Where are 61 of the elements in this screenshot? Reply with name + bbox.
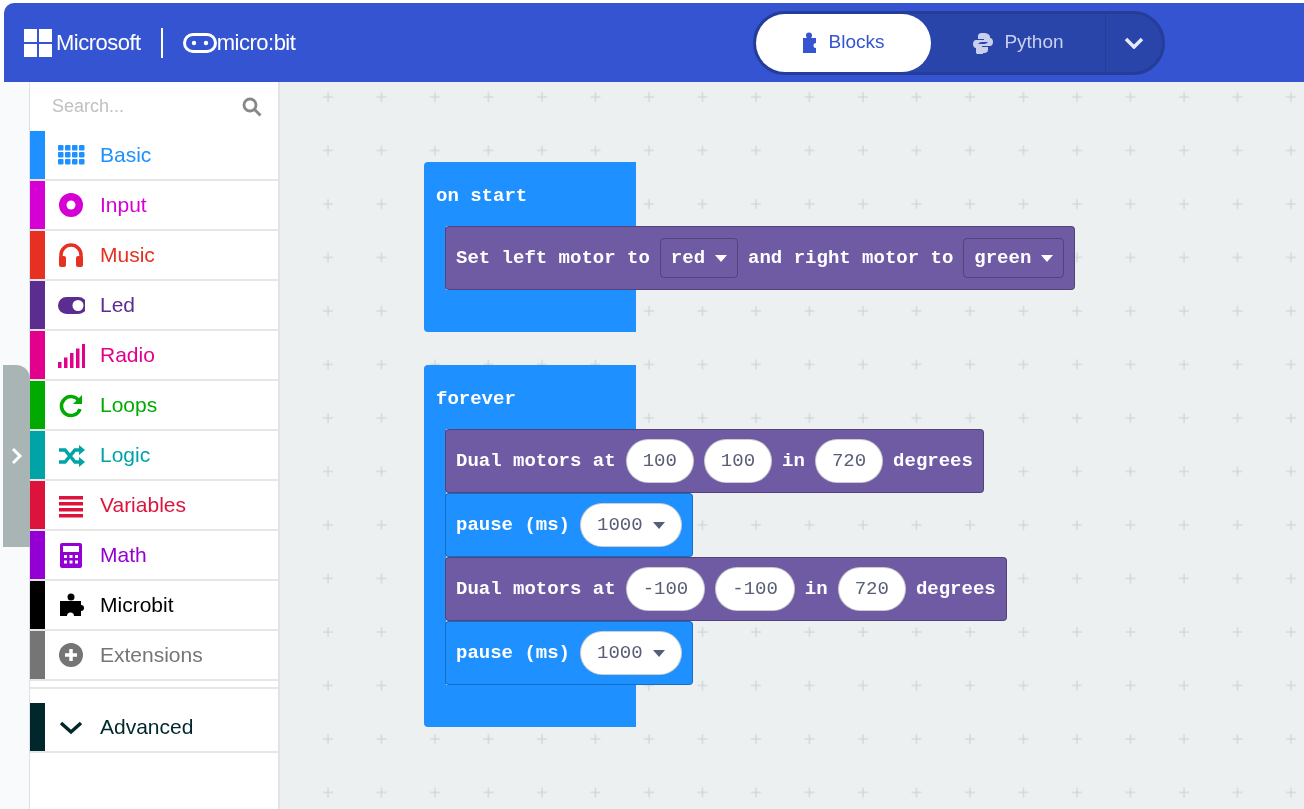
number-dropdown-field[interactable]: 1000 bbox=[580, 503, 682, 547]
statement-block[interactable]: Dual motors at 100 100 in 720 degrees bbox=[445, 429, 984, 493]
windows-logo-icon bbox=[24, 28, 52, 57]
block-text: Set left motor to bbox=[456, 245, 650, 271]
category-item[interactable]: Led bbox=[30, 281, 278, 331]
block-text: pause (ms) bbox=[456, 640, 571, 666]
block-text: pause (ms) bbox=[456, 512, 571, 538]
number-field[interactable]: 100 bbox=[625, 439, 694, 483]
block-text: degrees bbox=[893, 448, 973, 474]
collapse-handle[interactable] bbox=[3, 365, 30, 547]
plus-circle-icon bbox=[57, 641, 85, 669]
category-item[interactable]: Math bbox=[30, 531, 278, 581]
category-item[interactable]: Radio bbox=[30, 331, 278, 381]
category-item[interactable]: Variables bbox=[30, 481, 278, 531]
number-field[interactable]: 100 bbox=[703, 439, 773, 483]
caret-icon bbox=[1041, 254, 1054, 262]
number-dropdown-field[interactable]: 1000 bbox=[580, 631, 682, 675]
number-field[interactable]: -100 bbox=[715, 567, 795, 611]
brand-name: Microsoft bbox=[56, 29, 141, 57]
block-label: forever bbox=[435, 387, 517, 412]
category-item[interactable]: Extensions bbox=[30, 631, 278, 681]
puzzle-icon bbox=[802, 31, 819, 54]
number-field[interactable]: 720 bbox=[814, 439, 884, 483]
caret-icon bbox=[652, 649, 665, 657]
number-field[interactable]: -100 bbox=[625, 567, 706, 611]
chevron-right-icon bbox=[10, 447, 23, 465]
category-item[interactable]: Input bbox=[30, 181, 278, 231]
statement-block[interactable]: Set left motor to red and right motor to green bbox=[445, 226, 1076, 290]
caret-icon bbox=[652, 521, 665, 529]
category-item[interactable]: Advanced bbox=[30, 703, 278, 753]
dropdown-field[interactable]: green bbox=[963, 238, 1065, 278]
circle-icon bbox=[57, 191, 85, 219]
block-text: in bbox=[782, 448, 805, 474]
headphones-icon bbox=[57, 241, 85, 269]
signal-bars-icon bbox=[57, 341, 85, 369]
dropdown-field[interactable]: red bbox=[659, 238, 739, 278]
calculator-icon bbox=[57, 541, 85, 569]
block-text: in bbox=[804, 576, 828, 602]
microbit-logo-icon bbox=[182, 32, 217, 53]
category-item[interactable]: Basic bbox=[30, 131, 278, 181]
statement-block[interactable]: pause (ms) 1000 bbox=[445, 493, 693, 557]
block-label: on start bbox=[435, 184, 529, 209]
puzzle-icon bbox=[57, 591, 85, 619]
block-text: degrees bbox=[915, 576, 996, 602]
caret-icon bbox=[715, 254, 728, 262]
category-item[interactable]: Microbit bbox=[30, 581, 278, 631]
chevron-down-icon bbox=[1124, 36, 1144, 49]
event-block[interactable]: forever Dual motors at 100 100 in 720 degrees pause (ms) 1000 Dual motors at -100 -100 in 720 degrees pause (ms) 1000 bbox=[424, 365, 1007, 727]
number-field[interactable]: 720 bbox=[837, 567, 906, 611]
product-name: micro:bit bbox=[216, 29, 296, 57]
search-icon bbox=[242, 96, 262, 117]
event-block[interactable]: on start Set left motor to red and right motor to green bbox=[424, 162, 1076, 332]
editor-tab[interactable]: Blocks bbox=[756, 13, 931, 72]
editor-tab[interactable]: Python bbox=[931, 13, 1105, 72]
statement-block[interactable]: pause (ms) 1000 bbox=[445, 621, 693, 685]
block-text: Dual motors at bbox=[456, 576, 616, 602]
block-text: and right motor to bbox=[748, 245, 954, 271]
python-icon bbox=[972, 31, 995, 54]
category-item[interactable]: Music bbox=[30, 231, 278, 281]
block-text: Dual motors at bbox=[456, 448, 616, 474]
statement-block[interactable]: Dual motors at -100 -100 in 720 degrees bbox=[445, 557, 1007, 621]
